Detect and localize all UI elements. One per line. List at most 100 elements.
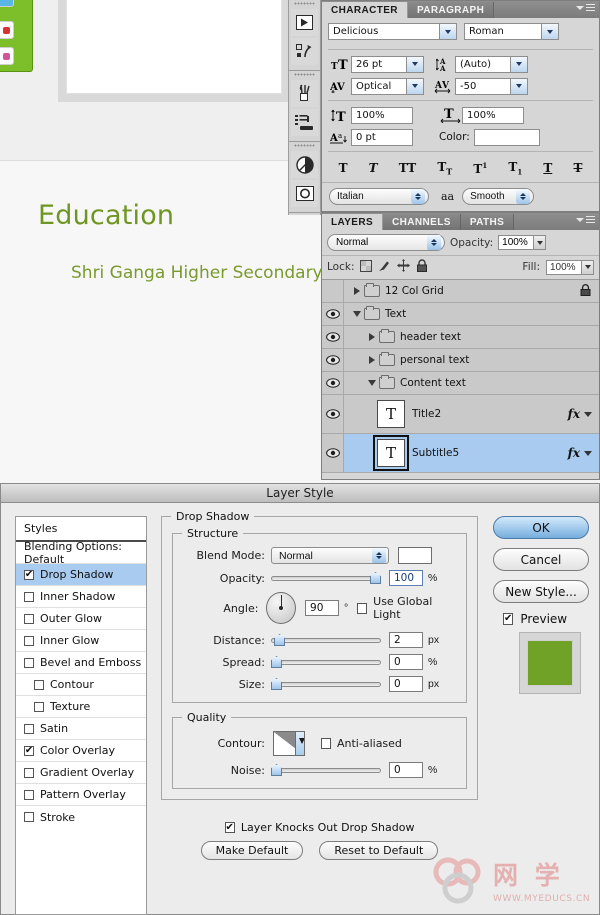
tab-character[interactable]: CHARACTER	[322, 2, 408, 18]
styles-header[interactable]: Styles	[16, 517, 146, 542]
faux-italic-button[interactable]: T	[369, 161, 378, 175]
spread-slider[interactable]	[271, 656, 381, 668]
checkbox-drop-shadow[interactable]	[24, 569, 34, 580]
tab-paragraph[interactable]: PARAGRAPH	[407, 2, 495, 18]
layer-effects-icon[interactable]: fx	[568, 407, 584, 421]
table-row[interactable]: Content text	[322, 372, 599, 395]
mask-icon[interactable]	[291, 180, 318, 207]
font-size-dropdown-arrow[interactable]	[407, 55, 424, 73]
horizontal-scale-input[interactable]: 100%	[462, 106, 524, 124]
visibility-toggle[interactable]	[322, 434, 344, 472]
effects-disclosure-icon[interactable]	[584, 450, 592, 456]
tracking-input[interactable]: -50	[455, 77, 511, 95]
anti-alias-select[interactable]: Smooth	[462, 188, 535, 206]
fill-value[interactable]: 100%	[546, 259, 582, 275]
character-panel-menu-button[interactable]	[576, 4, 595, 12]
language-select[interactable]: Italian	[329, 188, 429, 206]
underline-button[interactable]: T	[543, 161, 552, 175]
canvas-subtitle-text[interactable]: Shri Ganga Higher Secondary	[71, 263, 323, 283]
contour-dropdown-arrow[interactable]	[295, 732, 304, 755]
text-color-swatch[interactable]	[473, 128, 540, 146]
font-size-input[interactable]: 26 pt	[351, 55, 407, 73]
checkbox-anti-aliased[interactable]	[321, 738, 331, 749]
kerning-input[interactable]: Optical	[351, 77, 407, 95]
tool-preset-icon[interactable]	[291, 109, 318, 136]
vertical-scale-input[interactable]: 100%	[351, 106, 413, 124]
make-default-button[interactable]: Make Default	[200, 841, 304, 860]
checkbox-preview[interactable]	[503, 613, 514, 625]
dock-grip[interactable]	[289, 0, 320, 7]
checkbox-outer-glow[interactable]	[24, 613, 34, 624]
language-stepper[interactable]	[411, 189, 425, 205]
font-style-dropdown-arrow[interactable]	[542, 23, 559, 40]
baseline-shift-input[interactable]: 0 pt	[351, 128, 413, 146]
tab-layers[interactable]: LAYERS	[322, 214, 384, 230]
noise-slider[interactable]	[271, 764, 381, 776]
visibility-toggle[interactable]	[322, 303, 344, 325]
style-item-inner-glow[interactable]: Inner Glow	[16, 630, 146, 652]
visibility-toggle[interactable]	[322, 372, 344, 394]
leading-input[interactable]: (Auto)	[455, 55, 511, 73]
new-style-button[interactable]: New Style...	[493, 580, 589, 603]
brush-preset-icon[interactable]	[291, 80, 318, 107]
opacity-input[interactable]: 100	[389, 570, 423, 586]
convert-to-shape-icon[interactable]	[291, 38, 318, 65]
layer-effects-icon[interactable]: fx	[568, 446, 584, 460]
layers-panel-menu-button[interactable]	[576, 216, 595, 224]
fill-dropdown-arrow[interactable]	[582, 259, 594, 275]
checkbox-inner-shadow[interactable]	[24, 591, 34, 602]
distance-input[interactable]: 2	[389, 632, 423, 648]
opacity-control[interactable]: 100%	[498, 235, 547, 250]
checkbox-color-overlay[interactable]	[24, 745, 34, 756]
slider-knob[interactable]	[370, 572, 381, 584]
style-item-color-overlay[interactable]: Color Overlay	[16, 740, 146, 762]
anti-alias-stepper[interactable]	[516, 189, 531, 205]
leading-dropdown-arrow[interactable]	[511, 55, 528, 73]
distance-slider[interactable]	[271, 634, 381, 646]
style-item-contour[interactable]: Contour	[16, 674, 146, 696]
dock-grip[interactable]	[289, 71, 320, 78]
slider-knob[interactable]	[274, 634, 285, 646]
size-slider[interactable]	[271, 678, 381, 690]
style-item-stroke[interactable]: Stroke	[16, 806, 146, 828]
checkbox-layer-knocks-out[interactable]	[224, 822, 235, 833]
disclosure-triangle-icon[interactable]	[350, 287, 364, 295]
opacity-dropdown-arrow[interactable]	[534, 235, 547, 250]
style-item-texture[interactable]: Texture	[16, 696, 146, 718]
font-style-input[interactable]: Roman	[464, 23, 542, 40]
superscript-button[interactable]: T1	[473, 161, 487, 176]
size-input[interactable]: 0	[389, 676, 423, 692]
dock-grip[interactable]	[289, 142, 320, 149]
spread-input[interactable]: 0	[389, 654, 423, 670]
checkbox-satin[interactable]	[24, 723, 34, 734]
table-row[interactable]: T Title2 fx	[322, 395, 599, 434]
visibility-toggle[interactable]	[322, 395, 344, 433]
opacity-slider[interactable]	[271, 572, 381, 584]
style-item-bevel-and-emboss[interactable]: Bevel and Emboss	[16, 652, 146, 674]
layer-thumbnail[interactable]: T	[373, 435, 409, 471]
blend-mode-stepper[interactable]	[372, 548, 386, 563]
table-row[interactable]: Text	[322, 303, 599, 326]
tab-channels[interactable]: CHANNELS	[383, 214, 461, 230]
table-row[interactable]: header text	[322, 326, 599, 349]
disclosure-triangle-icon[interactable]	[365, 333, 379, 341]
visibility-toggle[interactable]	[322, 280, 344, 302]
lock-image-pixels-icon[interactable]	[378, 260, 391, 275]
table-row[interactable]: T Subtitle5 fx	[322, 434, 599, 473]
disclosure-triangle-icon[interactable]	[365, 356, 379, 364]
visibility-toggle[interactable]	[322, 326, 344, 348]
blend-mode-select[interactable]: Normal	[327, 234, 445, 251]
disclosure-triangle-icon[interactable]	[350, 311, 364, 317]
lock-position-icon[interactable]	[397, 259, 411, 275]
tab-paths[interactable]: PATHS	[460, 214, 515, 230]
checkbox-stroke[interactable]	[24, 812, 34, 822]
opacity-value[interactable]: 100%	[498, 235, 535, 250]
visibility-toggle[interactable]	[322, 349, 344, 371]
checkbox-texture[interactable]	[34, 701, 44, 712]
effects-disclosure-icon[interactable]	[584, 411, 592, 417]
style-item-blending-options[interactable]: Blending Options: Default	[16, 540, 146, 566]
checkbox-pattern-overlay[interactable]	[24, 789, 34, 800]
font-family-dropdown-arrow[interactable]	[440, 23, 457, 40]
checkbox-bevel-and-emboss[interactable]	[24, 657, 34, 668]
checkbox-gradient-overlay[interactable]	[24, 767, 34, 778]
